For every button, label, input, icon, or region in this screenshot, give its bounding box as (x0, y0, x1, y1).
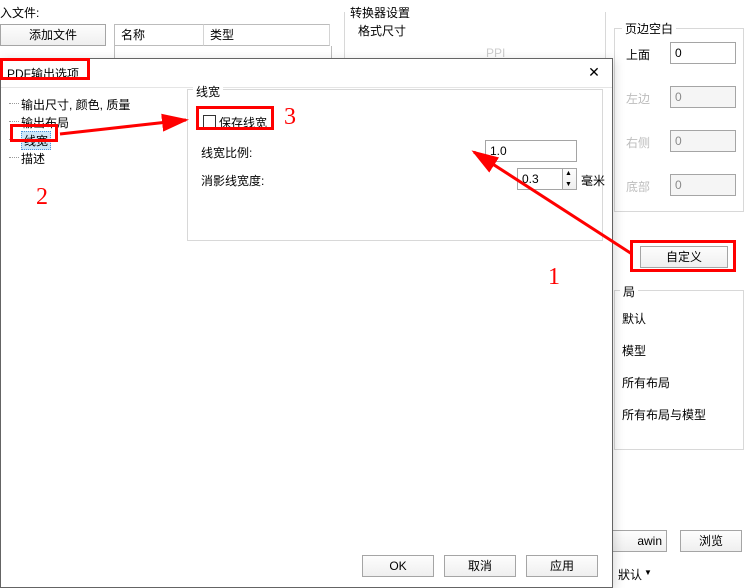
default-partial-label: 狀认 (618, 566, 642, 583)
opt-default[interactable]: 默认 (622, 310, 646, 327)
browse-button[interactable]: 浏览 (680, 530, 742, 552)
margin-left-label: 左边 (626, 90, 650, 107)
pdf-options-dialog: PDF输出选项 ✕ 输出尺寸, 颜色, 质量 输出布局 线宽 描述 线宽 保存线… (0, 58, 613, 588)
margin-top-input[interactable] (670, 42, 736, 64)
linewidth-group (187, 89, 603, 241)
cancel-button[interactable]: 取消 (444, 555, 516, 577)
margin-right-input[interactable] (670, 130, 736, 152)
add-file-button[interactable]: 添加文件 (0, 24, 106, 46)
margin-top-label: 上面 (626, 46, 650, 63)
remove-linewidth-input[interactable] (517, 168, 563, 190)
tree-dash-icon (9, 103, 19, 105)
dialog-button-bar: OK 取消 应用 (362, 555, 598, 577)
custom-button[interactable]: 自定义 (640, 246, 728, 268)
close-button[interactable]: ✕ (582, 63, 606, 81)
remove-linewidth-label: 消影线宽度: (201, 172, 264, 189)
tree-item-output-size[interactable]: 输出尺寸, 颜色, 质量 (9, 95, 179, 113)
options-tree: 输出尺寸, 颜色, 质量 输出布局 线宽 描述 (9, 95, 179, 167)
ok-button[interactable]: OK (362, 555, 434, 577)
dialog-separator (1, 87, 612, 88)
apply-button[interactable]: 应用 (526, 555, 598, 577)
save-linewidth-label: 保存线宽 (219, 114, 267, 131)
save-linewidth-checkbox[interactable] (203, 115, 216, 128)
margin-right-label: 右侧 (626, 134, 650, 151)
remove-linewidth-spinner[interactable]: ▲ ▼ (563, 168, 577, 190)
margin-left-input[interactable] (670, 86, 736, 108)
tree-item-description[interactable]: 描述 (9, 149, 179, 167)
file-label: 入文件: (0, 4, 39, 21)
tree-dash-icon (9, 139, 19, 141)
tree-item-output-layout[interactable]: 输出布局 (9, 113, 179, 131)
add-file-button-label: 添加文件 (29, 28, 77, 42)
margin-bottom-input[interactable] (670, 174, 736, 196)
margins-title: 页边空白 (622, 20, 676, 37)
linewidth-group-title: 线宽 (193, 83, 223, 100)
format-size-label: 格式尺寸 (358, 22, 406, 39)
dialog-title: PDF输出选项 (7, 65, 79, 82)
column-header-name[interactable]: 名称 (114, 24, 204, 46)
close-icon: ✕ (588, 64, 600, 80)
tree-item-linewidth[interactable]: 线宽 (9, 131, 179, 149)
chevron-down-icon: ▼ (565, 181, 572, 188)
opt-model[interactable]: 模型 (622, 342, 646, 359)
linewidth-ratio-input[interactable] (485, 140, 577, 162)
tree-dash-icon (9, 121, 19, 123)
chevron-down-icon: ▼ (644, 568, 652, 577)
browse-button-label: 浏览 (699, 534, 723, 548)
layout-options-title: 局 (620, 283, 638, 300)
column-header-type[interactable]: 类型 (204, 24, 330, 46)
margin-bottom-label: 底部 (626, 178, 650, 195)
chevron-up-icon: ▲ (565, 170, 572, 177)
opt-all-layout[interactable]: 所有布局 (622, 374, 670, 391)
linewidth-ratio-label: 线宽比例: (201, 144, 252, 161)
awin-partial-button[interactable]: awin (613, 530, 667, 552)
custom-button-label: 自定义 (666, 250, 702, 264)
tree-dash-icon (9, 157, 19, 159)
unit-label: 毫米 (581, 172, 605, 189)
opt-all-layout-model[interactable]: 所有布局与模型 (622, 406, 706, 423)
